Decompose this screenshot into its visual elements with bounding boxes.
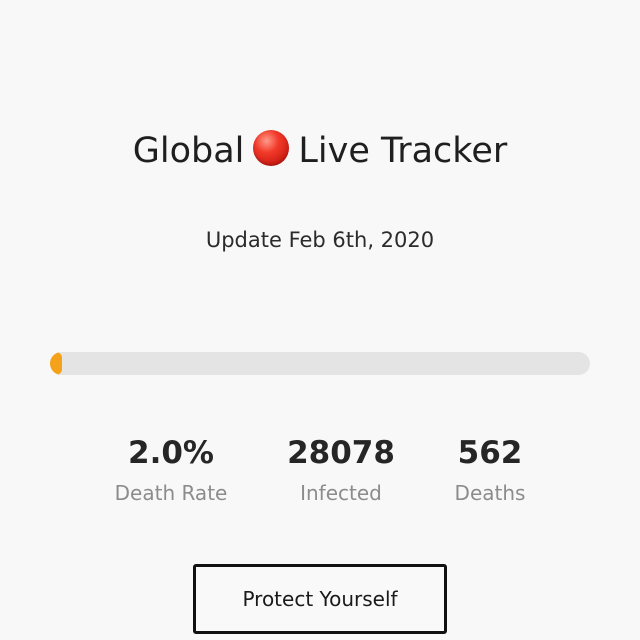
deaths-value: 562: [457, 435, 523, 471]
infected-value: 28078: [287, 435, 395, 471]
infected-label: Infected: [300, 481, 382, 505]
death-rate-value: 2.0%: [128, 435, 214, 471]
tracker-page: Global Live Tracker Update Feb 6th, 2020 …: [0, 0, 640, 640]
progress-fill: [50, 352, 62, 375]
red-circle-icon: [253, 130, 290, 166]
deaths-label: Deaths: [454, 481, 526, 505]
title-suffix: Live Tracker: [298, 131, 508, 171]
update-date: Update Feb 6th, 2020: [205, 228, 435, 252]
stat-deaths: 562 Deaths: [435, 430, 545, 508]
death-rate-label: Death Rate: [114, 481, 228, 505]
stat-infected: 28078 Infected: [271, 430, 411, 508]
title-prefix: Global: [132, 131, 245, 171]
page-title: Global Live Tracker: [0, 124, 640, 178]
death-rate-progress-bar: [50, 352, 590, 375]
protect-yourself-button[interactable]: Protect Yourself: [193, 564, 447, 634]
stat-death-rate: 2.0% Death Rate: [101, 430, 241, 508]
